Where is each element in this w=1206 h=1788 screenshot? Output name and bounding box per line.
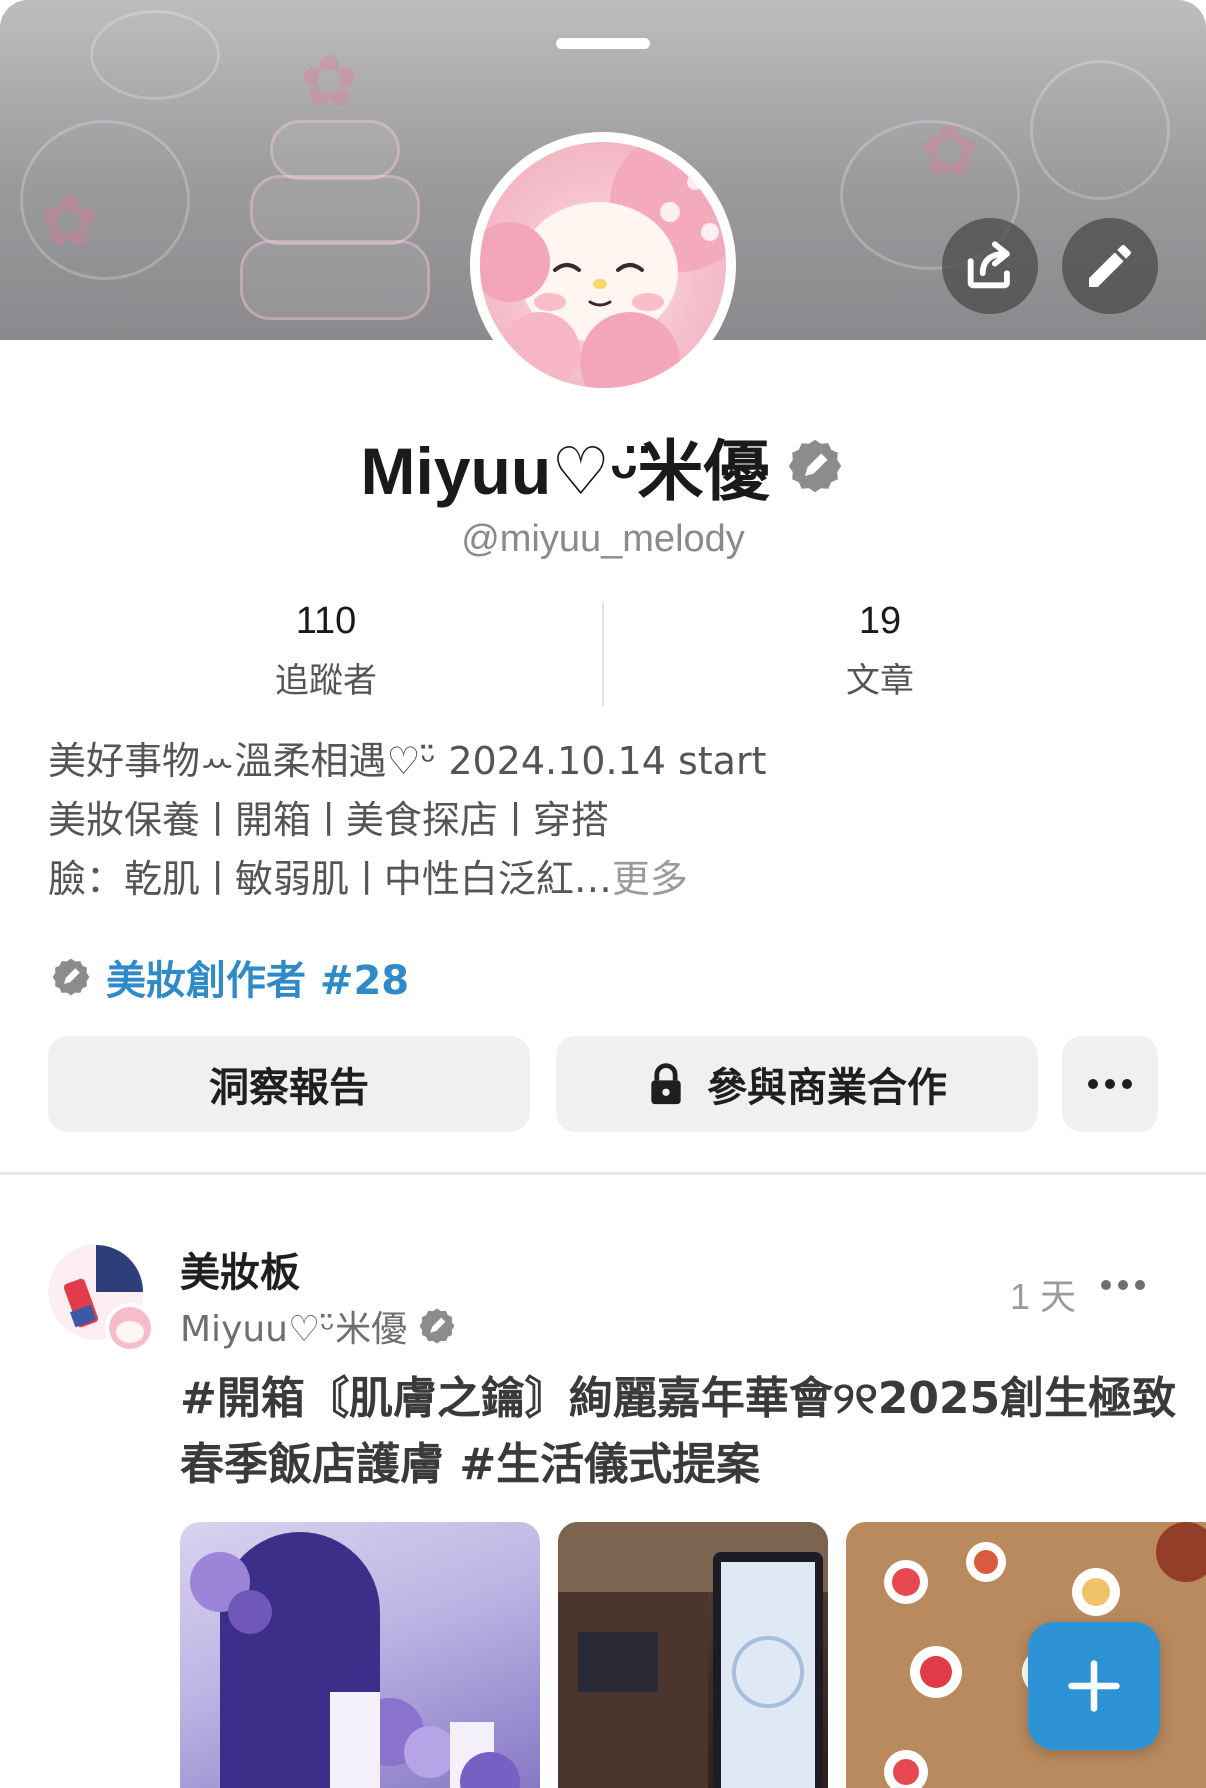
stat-followers[interactable]: 110 追蹤者 <box>116 600 536 702</box>
post-author-row[interactable]: Miyuu♡ᵕ̈米優 <box>180 1300 457 1352</box>
bio-line: 美好事物ꕀ溫柔相遇♡ᵕ̈ 2024.10.14 start <box>48 739 767 783</box>
profile-bio: 美好事物ꕀ溫柔相遇♡ᵕ̈ 2024.10.14 start 美妝保養ㅣ開箱ㅣ美食… <box>48 732 1168 909</box>
bio-line: 美妝保養ㅣ開箱ㅣ美食探店ㅣ穿搭 <box>48 798 609 842</box>
profile-stats: 110 追蹤者 19 文章 <box>0 600 1206 706</box>
cover-doodle <box>1030 60 1170 200</box>
plus-icon <box>1068 1660 1120 1712</box>
cover-bow-icon: ✿ <box>920 110 979 192</box>
edit-profile-button[interactable] <box>1062 218 1158 314</box>
post-image[interactable] <box>558 1522 828 1788</box>
create-post-button[interactable] <box>1028 1622 1160 1750</box>
my-melody-avatar <box>480 142 726 388</box>
melody-illustration <box>480 142 726 388</box>
post-author-name: Miyuu♡ᵕ̈米優 <box>180 1309 408 1350</box>
business-collab-button[interactable]: 參與商業合作 <box>556 1036 1038 1132</box>
post-image[interactable] <box>180 1522 540 1788</box>
stat-label: 追蹤者 <box>275 661 377 701</box>
pen-badge-icon <box>52 958 90 996</box>
post-more-button[interactable] <box>1100 1276 1146 1295</box>
share-icon <box>967 241 1010 289</box>
drag-handle[interactable] <box>556 38 650 49</box>
profile-actions: 洞察報告 參與商業合作 <box>48 1036 1158 1132</box>
section-divider <box>0 1172 1206 1175</box>
more-actions-button[interactable] <box>1062 1036 1158 1132</box>
profile-handle: @miyuu_melody <box>461 518 745 560</box>
photo-1 <box>190 1532 520 1788</box>
bio-line: 臉：乾肌ㅣ敏弱肌ㅣ中性白泛紅…更多 <box>48 850 1168 909</box>
more-horizontal-icon <box>1101 1280 1145 1290</box>
pen-badge-icon <box>419 1308 455 1344</box>
photo-2 <box>558 1522 828 1788</box>
cover-cake <box>240 90 430 320</box>
creator-rank[interactable]: 美妝創作者 #28 <box>50 948 409 1006</box>
post-timestamp: 1 天 <box>1010 1276 1077 1317</box>
business-collab-label: 參與商業合作 <box>707 1065 947 1111</box>
post-board-name[interactable]: 美妝板 <box>180 1240 300 1298</box>
bio-text: 臉：乾肌ㅣ敏弱肌ㅣ中性白泛紅… <box>48 857 612 901</box>
display-name: Miyuu♡ᵕ̈米優 <box>360 434 770 508</box>
cover-doodle <box>90 10 220 100</box>
lock-icon <box>651 1063 681 1105</box>
creator-rank-label: 美妝創作者 #28 <box>106 958 410 1004</box>
board-avatar-icon <box>48 1244 155 1353</box>
insight-report-label: 洞察報告 <box>209 1065 369 1111</box>
more-horizontal-icon <box>1088 1079 1132 1089</box>
insight-report-button[interactable]: 洞察報告 <box>48 1036 530 1132</box>
pen-badge-icon[interactable] <box>785 436 845 496</box>
stats-divider <box>602 602 604 706</box>
stat-posts[interactable]: 19 文章 <box>670 600 1090 702</box>
cover-bow-icon: ✿ <box>300 40 359 122</box>
stat-value: 19 <box>858 600 902 642</box>
stat-value: 110 <box>295 600 357 642</box>
profile-name-row: Miyuu♡ᵕ̈米優 <box>0 418 1206 514</box>
pencil-icon <box>1089 244 1131 287</box>
post-title[interactable]: #開箱〘肌膚之鑰〙絢麗嘉年華會୨୧2025創生極致春季飯店護膚 #生活儀式提案 <box>180 1366 1180 1498</box>
share-button[interactable] <box>942 218 1038 314</box>
post-board-avatar[interactable] <box>48 1244 158 1354</box>
profile-avatar[interactable] <box>470 132 736 398</box>
cover-bow-icon: ✿ <box>40 180 99 262</box>
stat-label: 文章 <box>846 661 914 701</box>
bio-more-link[interactable]: 更多 <box>612 857 688 901</box>
